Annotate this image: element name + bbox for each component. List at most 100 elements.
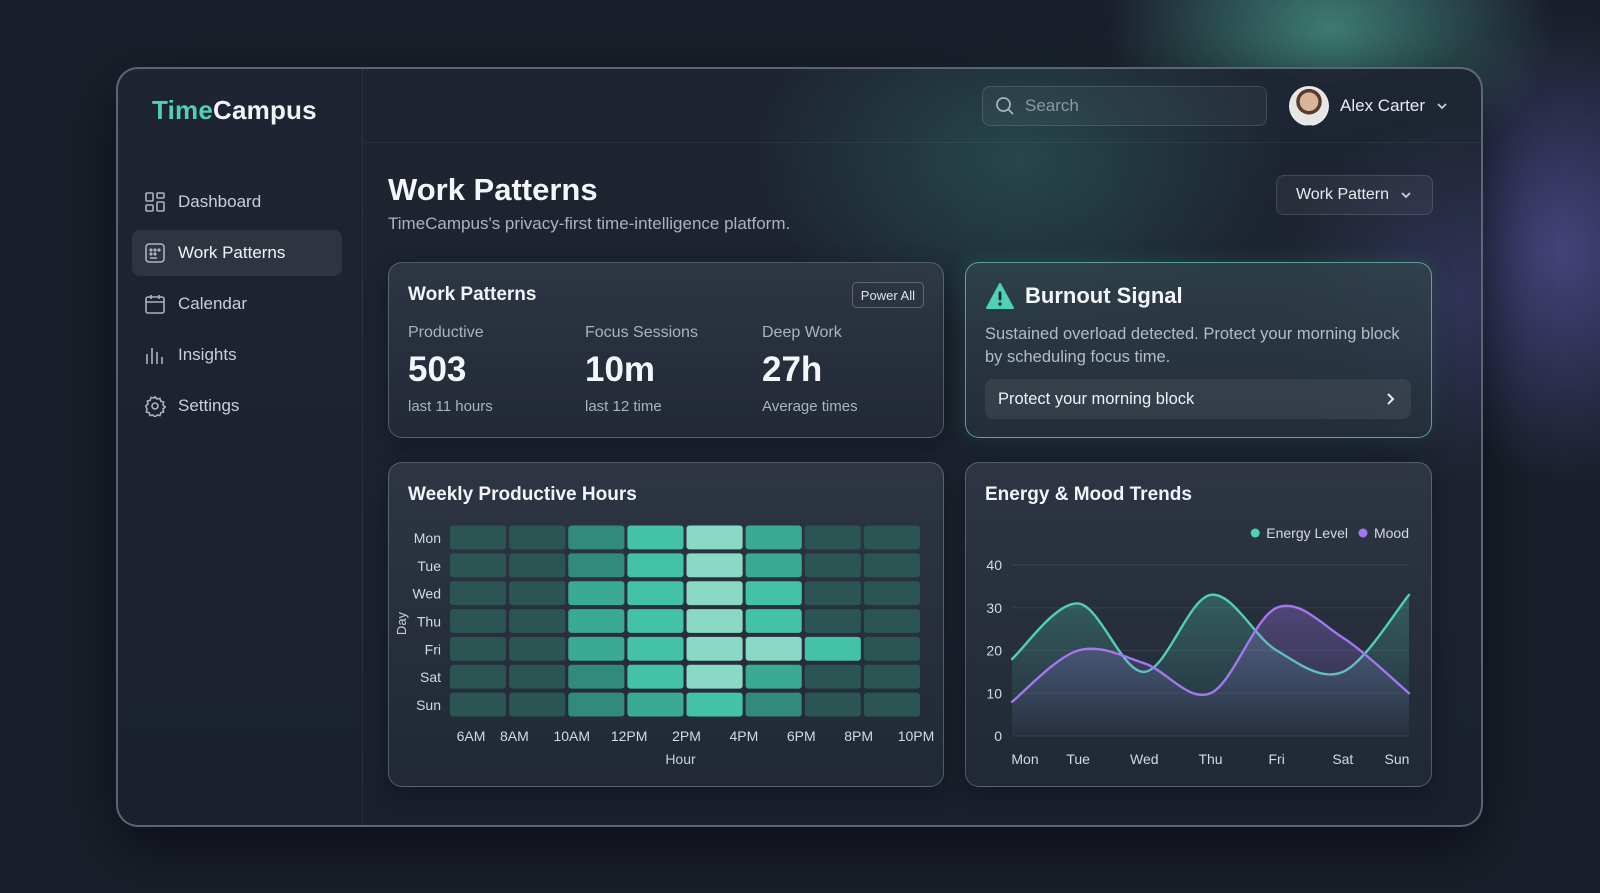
search-placeholder: Search	[1025, 96, 1079, 115]
stat-sub: last 12 time	[585, 398, 662, 415]
heatmap-cell	[804, 609, 861, 633]
sidebar-item-work-patterns[interactable]: Work Patterns	[132, 230, 342, 276]
heatmap-cell	[509, 553, 566, 578]
app-logo[interactable]: TimeCampus	[152, 95, 317, 126]
avatar[interactable]	[1289, 86, 1329, 126]
gear-icon	[144, 395, 166, 417]
heatmap-cell	[568, 525, 625, 550]
heatmap-row-label: Sat	[420, 669, 441, 685]
heatmap-cell	[450, 553, 507, 578]
protect-button-label: Protect your morning block	[998, 389, 1195, 408]
sidebar-item-calendar[interactable]: Calendar	[132, 281, 342, 327]
chevron-down-icon	[1437, 103, 1447, 110]
heatmap-row-label: Thu	[417, 614, 441, 630]
heatmap-chart: Mon Tue Wed Thu Fri Sat Sun 6AM 8AM 10AM 12PM 2PM 4P…	[394, 525, 934, 767]
legend-swatch-mood	[1358, 528, 1368, 538]
heatmap-cell	[450, 636, 507, 661]
heatmap-cell	[745, 553, 802, 578]
y-tick-label: 0	[994, 728, 1002, 744]
sidebar-item-label: Work Patterns	[178, 243, 286, 262]
sidebar: TimeCampus Dashboard Work Patterns Calen…	[118, 69, 363, 825]
heatmap-cell	[863, 525, 920, 550]
heatmap-cell	[804, 636, 861, 661]
calendar-icon	[145, 295, 165, 314]
heatmap-cell	[627, 581, 684, 606]
heatmap-x-axis-title: Hour	[665, 751, 696, 767]
heatmap-cell	[627, 609, 684, 633]
heatmap-cell	[627, 553, 684, 578]
heatmap-cell	[450, 692, 507, 717]
heatmap-y-axis-title: Day	[394, 611, 409, 635]
x-tick-label: Thu	[1198, 751, 1222, 767]
sidebar-item-label: Dashboard	[178, 192, 262, 211]
heatmap-cell	[509, 581, 566, 606]
heatmap-row-label: Tue	[417, 558, 441, 574]
heatmap-col-label: 6PM	[787, 728, 816, 744]
heatmap-cell	[804, 664, 861, 689]
heatmap-cell	[863, 636, 920, 661]
heatmap-cell	[804, 692, 861, 717]
work-patterns-icon	[145, 243, 165, 263]
heatmap-cell	[745, 581, 802, 606]
heatmap-cell	[450, 664, 507, 689]
heatmap-cell	[804, 553, 861, 578]
heatmap-cell	[804, 525, 861, 550]
heatmap-cell	[686, 553, 743, 578]
heatmap-cell	[686, 636, 743, 661]
burnout-header: Burnout Signal	[985, 282, 1183, 310]
heatmap-cell	[863, 609, 920, 633]
heatmap-row-label: Sun	[416, 697, 441, 713]
heatmap-cell	[863, 553, 920, 578]
x-tick-label: Wed	[1130, 751, 1159, 767]
bar-chart-icon	[146, 348, 163, 364]
heatmap-col-label: 10AM	[553, 728, 590, 744]
sidebar-item-insights[interactable]: Insights	[132, 332, 342, 378]
stat-value: 503	[408, 350, 467, 389]
heatmap-cell	[568, 553, 625, 578]
heatmap-cell	[509, 609, 566, 633]
work-pattern-dropdown[interactable]: Work Pattern	[1276, 175, 1433, 215]
burnout-title: Burnout Signal	[1025, 283, 1183, 308]
heatmap-cell	[450, 525, 507, 550]
weekly-productive-hours-card: Weekly Productive Hours Mon Tue Wed Thu Fri S…	[388, 462, 944, 787]
heatmap-cell	[686, 609, 743, 633]
protect-morning-block-button[interactable]: Protect your morning block	[985, 379, 1411, 419]
stat-value: 27h	[762, 350, 823, 389]
heatmap-col-label: 12PM	[611, 728, 648, 744]
heatmap-row-label: Mon	[414, 530, 441, 546]
x-tick-label: Sun	[1385, 751, 1410, 767]
x-tick-label: Mon	[1011, 751, 1038, 767]
power-all-button[interactable]: Power All	[851, 282, 924, 308]
sidebar-item-label: Settings	[178, 396, 240, 415]
sidebar-item-label: Insights	[178, 345, 237, 364]
y-tick-label: 40	[986, 557, 1002, 573]
heatmap-cell	[509, 664, 566, 689]
logo-text-time: Time	[152, 95, 214, 125]
chevron-right-icon	[1387, 393, 1395, 405]
page-subtitle: TimeCampus's privacy-first time-intellig…	[388, 214, 791, 233]
y-tick-label: 20	[986, 643, 1002, 659]
stat-sub: Average times	[762, 398, 858, 415]
heatmap-cell	[568, 636, 625, 661]
heatmap-cell	[450, 581, 507, 606]
heatmap-cell	[509, 525, 566, 550]
stat-label: Focus Sessions	[585, 324, 698, 341]
heatmap-col-label: 8PM	[844, 728, 873, 744]
work-pattern-dropdown-label: Work Pattern	[1295, 186, 1390, 203]
stat-label: Productive	[408, 324, 484, 341]
legend-swatch-energy	[1250, 528, 1260, 538]
sidebar-item-settings[interactable]: Settings	[132, 383, 342, 429]
user-menu[interactable]: Alex Carter	[1289, 86, 1449, 126]
heatmap-cell	[627, 664, 684, 689]
heatmap-cell	[745, 664, 802, 689]
heatmap-cell	[745, 636, 802, 661]
grid-icon	[145, 192, 165, 212]
heatmap-cell	[745, 692, 802, 717]
search-input[interactable]: Search	[982, 86, 1267, 126]
stat-deep-work: Deep Work 27h Average times	[762, 324, 858, 415]
sidebar-item-dashboard[interactable]: Dashboard	[132, 179, 342, 225]
stat-value: 10m	[585, 350, 656, 389]
y-tick-label: 30	[986, 600, 1002, 616]
heatmap-cell	[686, 525, 743, 550]
warning-icon	[986, 283, 1014, 309]
